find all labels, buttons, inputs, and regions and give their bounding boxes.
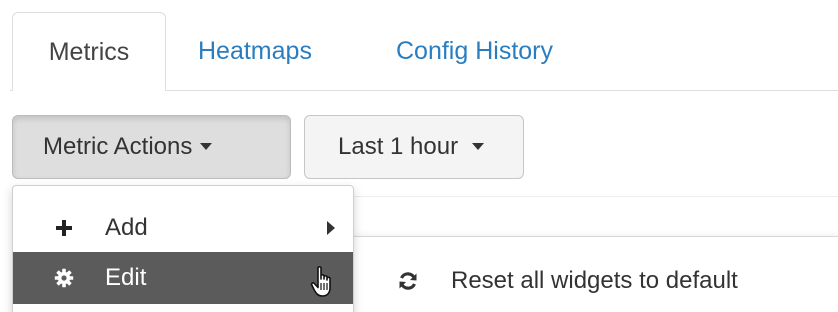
edit-submenu: Reset all widgets to default <box>350 236 838 312</box>
menu-item-reset-widgets[interactable]: Reset all widgets to default <box>351 255 838 307</box>
caret-down-icon <box>200 142 213 150</box>
tab-heatmaps[interactable]: Heatmaps <box>198 12 312 91</box>
menu-item-edit[interactable]: Edit <box>13 252 353 304</box>
tab-config-history-label: Config History <box>396 37 553 65</box>
menu-item-add[interactable]: Add <box>13 203 353 253</box>
caret-down-icon <box>472 142 485 150</box>
chevron-right-icon <box>327 221 335 235</box>
menu-item-edit-label: Edit <box>105 264 147 291</box>
app-root: Metrics Heatmaps Config History Metric A… <box>0 0 838 312</box>
metric-actions-label: Metric Actions <box>43 133 193 160</box>
tab-heatmaps-label: Heatmaps <box>198 37 312 65</box>
tab-metrics[interactable]: Metrics <box>12 12 166 91</box>
menu-item-add-label: Add <box>105 214 148 241</box>
reset-widgets-label: Reset all widgets to default <box>451 267 738 294</box>
tab-metrics-label: Metrics <box>48 38 130 66</box>
hand-pointer-icon <box>310 265 338 299</box>
metric-actions-dropdown: Add Edit <box>12 185 354 312</box>
background-divider <box>330 196 838 197</box>
time-range-label: Last 1 hour <box>338 133 459 160</box>
metric-actions-button[interactable]: Metric Actions <box>12 115 291 179</box>
tab-config-history[interactable]: Config History <box>396 12 553 91</box>
gear-icon <box>53 252 75 304</box>
time-range-button[interactable]: Last 1 hour <box>304 115 524 179</box>
refresh-icon <box>397 255 419 307</box>
plus-icon <box>53 203 75 253</box>
